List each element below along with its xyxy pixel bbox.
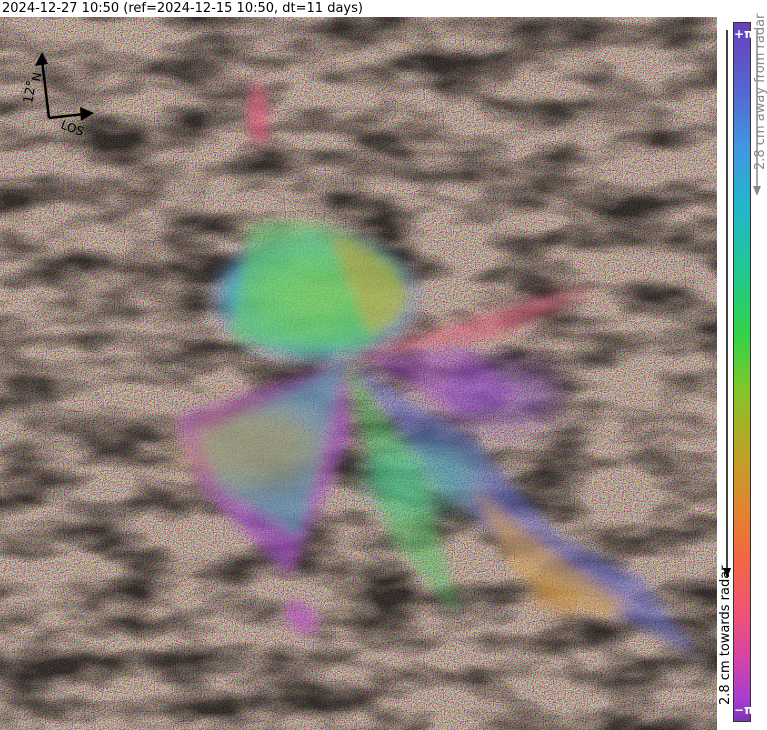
interferogram-image [0, 17, 717, 730]
towards-radar-label: 2.8 cm towards radar [718, 565, 733, 705]
north-arrow-icon [40, 59, 51, 119]
compass-angle-label: 12° [22, 79, 40, 104]
los-arrow-icon [48, 112, 85, 120]
away-arrow-icon [753, 186, 761, 196]
compass-overlay: 12° N LOS [21, 52, 102, 142]
away-from-radar-label: 2.8 cm away from radar [753, 13, 767, 170]
compass-north-label: N [29, 71, 44, 82]
compass-los-label: LOS [59, 118, 86, 139]
image-title: 2024-12-27 10:50 (ref=2024-12-15 10:50, … [0, 0, 717, 17]
